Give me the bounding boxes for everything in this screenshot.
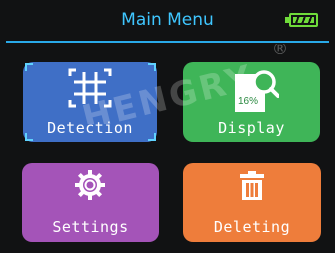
deleting-button[interactable]: Deleting: [183, 163, 321, 242]
selection-corner-tr: [148, 63, 156, 71]
gear-icon: [75, 170, 105, 200]
display-label: Display: [218, 119, 285, 137]
deleting-label: Deleting: [213, 218, 291, 236]
selection-corner-bl: [25, 133, 33, 141]
watermark-symbol: ®: [272, 44, 288, 58]
battery-full-icon: [289, 13, 318, 27]
selection-corner-br: [148, 133, 156, 141]
header-divider: [6, 41, 329, 43]
detection-button[interactable]: Detection: [23, 62, 157, 142]
title-bar: Main Menu: [0, 0, 335, 38]
detection-label: Detection: [47, 119, 133, 137]
detection-grid-icon: [68, 68, 112, 108]
trash-icon: [240, 171, 264, 200]
settings-label: Settings: [52, 218, 129, 236]
battery-level: [293, 17, 314, 23]
display-icon-percent: 16%: [238, 96, 258, 107]
display-button[interactable]: 16% Display: [183, 62, 320, 142]
selection-corner-tl: [25, 63, 33, 71]
image-magnify-icon: 16%: [235, 70, 279, 112]
device-screen: Main Menu Detection 16% Display Settings…: [0, 0, 335, 253]
settings-button[interactable]: Settings: [22, 163, 159, 242]
